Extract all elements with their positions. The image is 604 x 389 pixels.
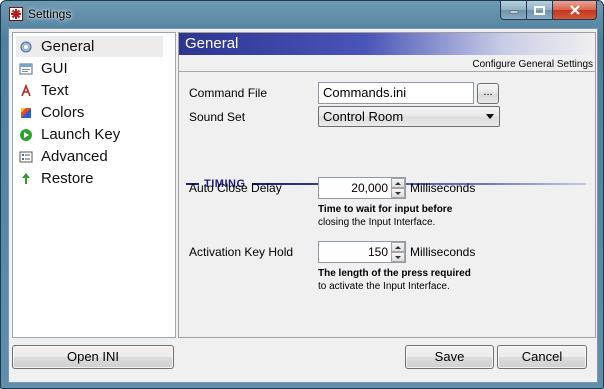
title-bar[interactable]: Settings [1,1,603,27]
auto-close-delay-value: 20,000 [351,181,388,195]
decrement-button[interactable] [391,188,405,198]
panel-subtitle: Configure General Settings [472,59,593,70]
chevron-down-icon [486,114,494,119]
auto-close-unit: Milliseconds [410,181,476,195]
launch-key-icon [18,127,34,143]
maximize-button[interactable] [527,1,553,20]
command-file-field[interactable]: Commands.ini [318,82,474,104]
general-settings-panel: General Configure General Settings Comma… [178,32,596,338]
sidebar-item-label: Launch Key [41,126,121,143]
auto-close-hint-bold: Time to wait for input before [318,204,453,215]
command-file-label: Command File [189,86,268,100]
sound-set-label: Sound Set [189,110,246,124]
auto-close-hint: closing the Input Interface. [318,217,436,228]
browse-button[interactable]: ... [477,83,499,104]
sidebar-item-text[interactable]: Text [16,80,163,101]
minimize-button[interactable] [500,1,527,20]
panel-header: General [179,33,595,55]
close-button[interactable] [553,1,597,20]
colors-icon [18,105,34,121]
sidebar-item-label: Restore [41,170,94,187]
sidebar-item-colors[interactable]: Colors [16,102,163,123]
save-button[interactable]: Save [405,345,494,369]
minimize-icon [509,10,518,14]
activation-key-hold-unit: Milliseconds [410,245,476,259]
window-title: Settings [28,7,72,21]
app-icon [9,7,23,21]
settings-sidebar: General GUI Text Colors Launch Key Advan… [12,32,176,338]
advanced-icon [18,149,34,165]
stepper-buttons [391,178,405,198]
activation-key-hold-value: 150 [367,245,388,259]
client-area: General GUI Text Colors Launch Key Advan… [8,28,598,383]
sidebar-item-label: Advanced [41,148,108,165]
chevron-down-icon [395,255,401,259]
sound-set-dropdown[interactable]: Control Room [318,106,500,127]
activation-key-hold-label: Activation Key Hold [189,245,294,259]
sound-set-value: Control Room [323,109,404,124]
decrement-button[interactable] [391,252,405,262]
sidebar-item-label: Colors [41,104,85,121]
sidebar-item-label: General [41,38,95,55]
auto-close-delay-label: Auto Close Delay [189,181,282,195]
sidebar-item-general[interactable]: General [16,36,163,57]
restore-icon [18,171,34,187]
header-divider [179,71,595,72]
gui-icon [18,61,34,77]
window-controls [500,1,597,20]
cancel-button[interactable]: Cancel [497,345,587,369]
close-icon [569,5,580,15]
open-ini-button[interactable]: Open INI [12,345,174,369]
auto-close-delay-stepper[interactable]: 20,000 [318,177,406,199]
general-icon [18,39,34,55]
sidebar-item-advanced[interactable]: Advanced [16,146,163,167]
sidebar-item-label: Text [41,82,69,99]
activation-key-hold-stepper[interactable]: 150 [318,241,406,263]
stepper-buttons [391,242,405,262]
increment-button[interactable] [391,178,405,188]
activation-key-hold-hint: to activate the Input Interface. [318,281,450,292]
chevron-down-icon [395,191,401,195]
sidebar-item-launch-key[interactable]: Launch Key [16,124,163,145]
chevron-up-icon [395,181,401,185]
maximize-icon [534,5,545,15]
increment-button[interactable] [391,242,405,252]
panel-title: General [185,35,239,52]
sidebar-item-label: GUI [41,60,68,77]
settings-window: Settings General GUI Text Colors Launch … [0,0,604,389]
sidebar-item-gui[interactable]: GUI [16,58,163,79]
text-icon [18,83,34,99]
chevron-up-icon [395,245,401,249]
sidebar-item-restore[interactable]: Restore [16,168,163,189]
activation-key-hold-hint-bold: The length of the press required [318,268,471,279]
